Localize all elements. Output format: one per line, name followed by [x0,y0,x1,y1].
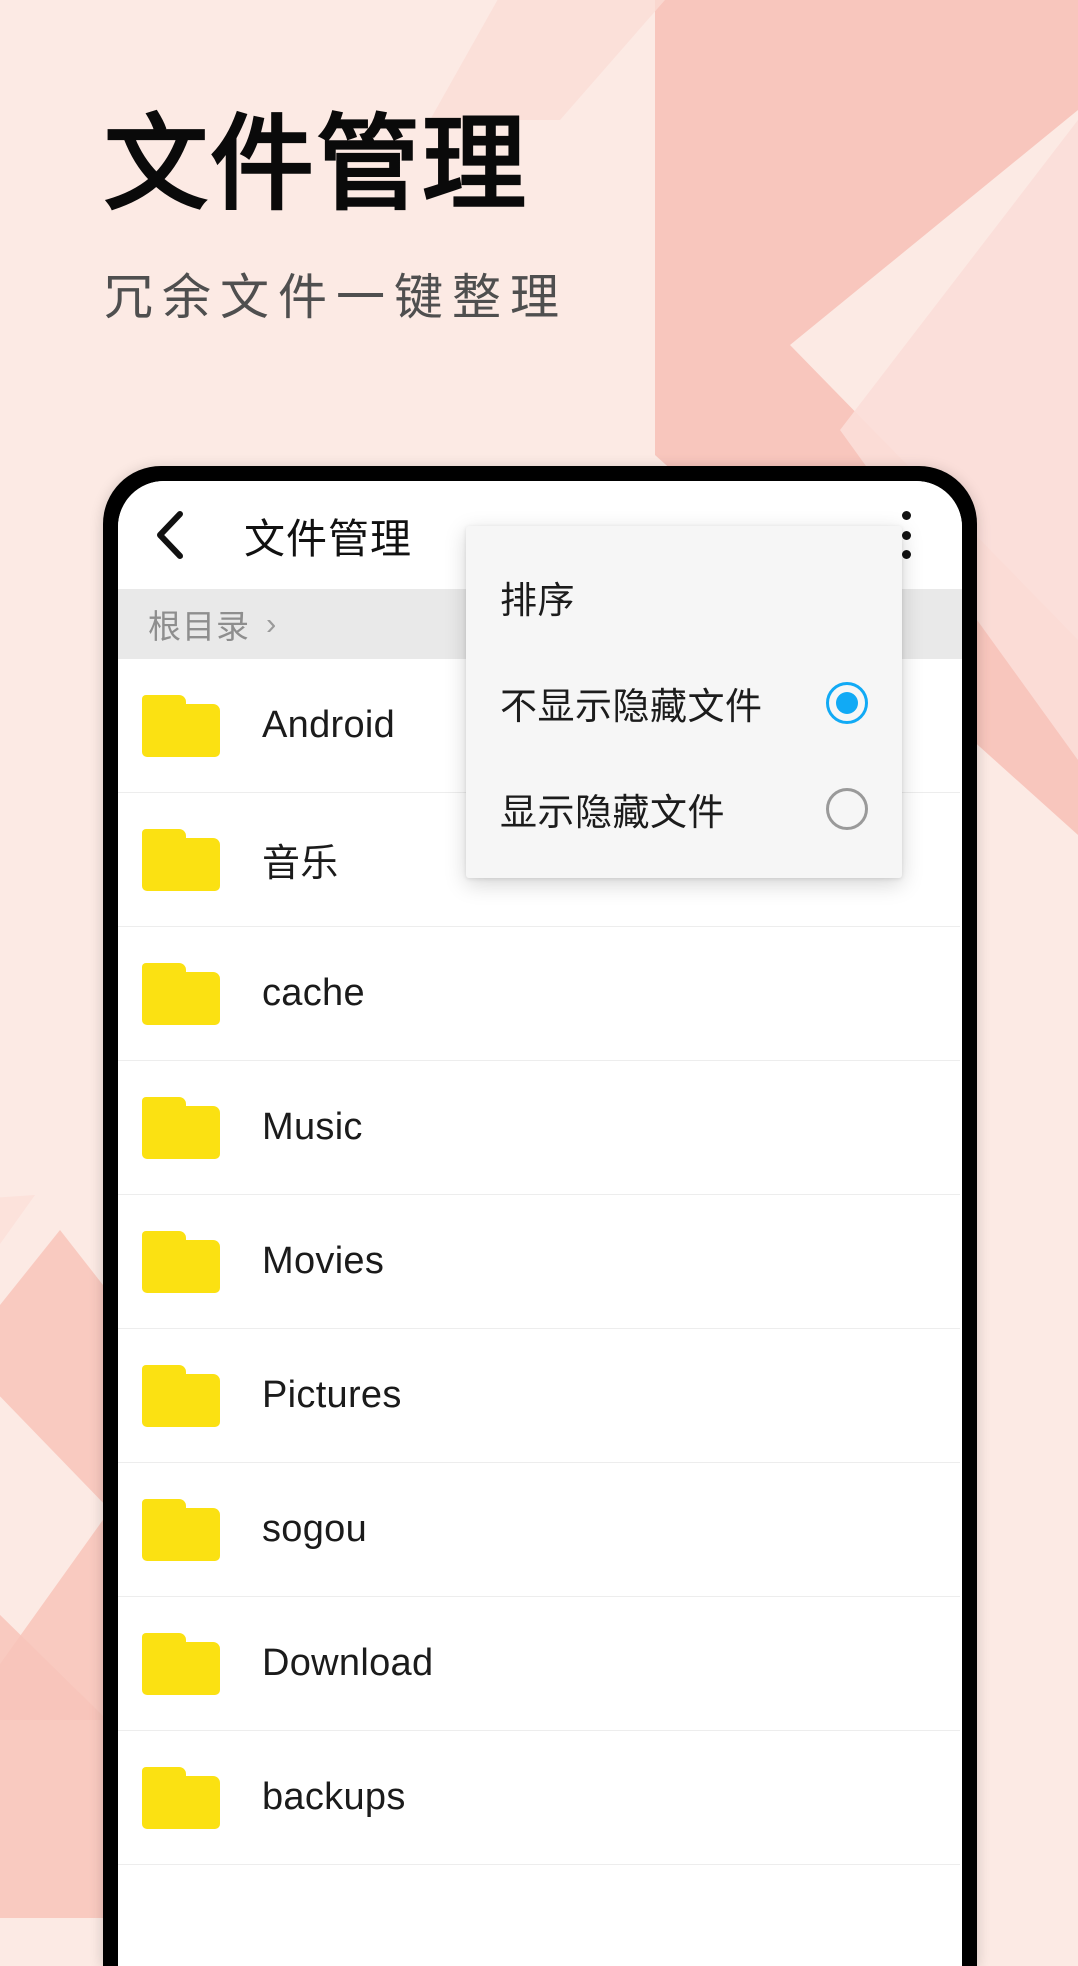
file-name: sogou [262,1508,368,1550]
menu-item[interactable]: 不显示隐藏文件 [466,650,902,756]
folder-icon [142,828,220,891]
breadcrumb-item-root[interactable]: 根目录 [148,600,250,648]
folder-icon [142,1766,220,1829]
kebab-dot [901,550,911,559]
folder-icon [142,1096,220,1159]
page-subtitle: 冗余文件一键整理 [104,271,569,326]
folder-icon [142,1632,220,1695]
radio-unselected-icon[interactable] [826,788,868,830]
menu-item-label: 不显示隐藏文件 [500,686,763,727]
chevron-right-icon: › [266,606,277,641]
file-row[interactable]: Pictures [118,1329,960,1463]
file-name: Music [262,1106,363,1148]
file-name: Pictures [262,1374,402,1416]
radio-selected-icon[interactable] [826,682,868,724]
menu-item-label: 显示隐藏文件 [500,792,725,833]
chevron-left-icon[interactable] [148,511,192,559]
file-row[interactable]: Movies [118,1195,960,1329]
file-row[interactable]: sogou [118,1463,960,1597]
menu-item-label: 排序 [500,580,575,621]
folder-icon [142,694,220,757]
file-name: backups [262,1776,406,1818]
kebab-dot [901,530,911,540]
file-row[interactable]: Download [118,1597,960,1731]
phone-mockup: 文件管理 根目录 › Android 音乐 cache Music Movies Pict… [103,466,977,1966]
file-name: 音乐 [262,843,339,885]
folder-icon [142,1498,220,1561]
folder-icon [142,1364,220,1427]
kebab-dot [901,511,911,520]
file-row[interactable]: Music [118,1061,960,1195]
folder-icon [142,1230,220,1293]
folder-icon [142,962,220,1025]
file-row[interactable]: cache [118,927,960,1061]
file-name: Android [262,704,396,746]
phone-screen: 文件管理 根目录 › Android 音乐 cache Music Movies Pict… [118,481,962,1966]
promo-heading: 文件管理 冗余文件一键整理 [104,112,568,329]
app-title: 文件管理 [244,516,412,562]
file-name: Download [262,1642,434,1684]
menu-item[interactable]: 排序 [466,544,902,650]
overflow-menu: 排序不显示隐藏文件 显示隐藏文件 [466,526,902,878]
file-name: Movies [262,1240,385,1282]
page-title: 文件管理 [104,107,529,223]
file-row[interactable]: backups [118,1731,960,1865]
menu-item[interactable]: 显示隐藏文件 [466,756,902,862]
file-name: cache [262,972,365,1014]
